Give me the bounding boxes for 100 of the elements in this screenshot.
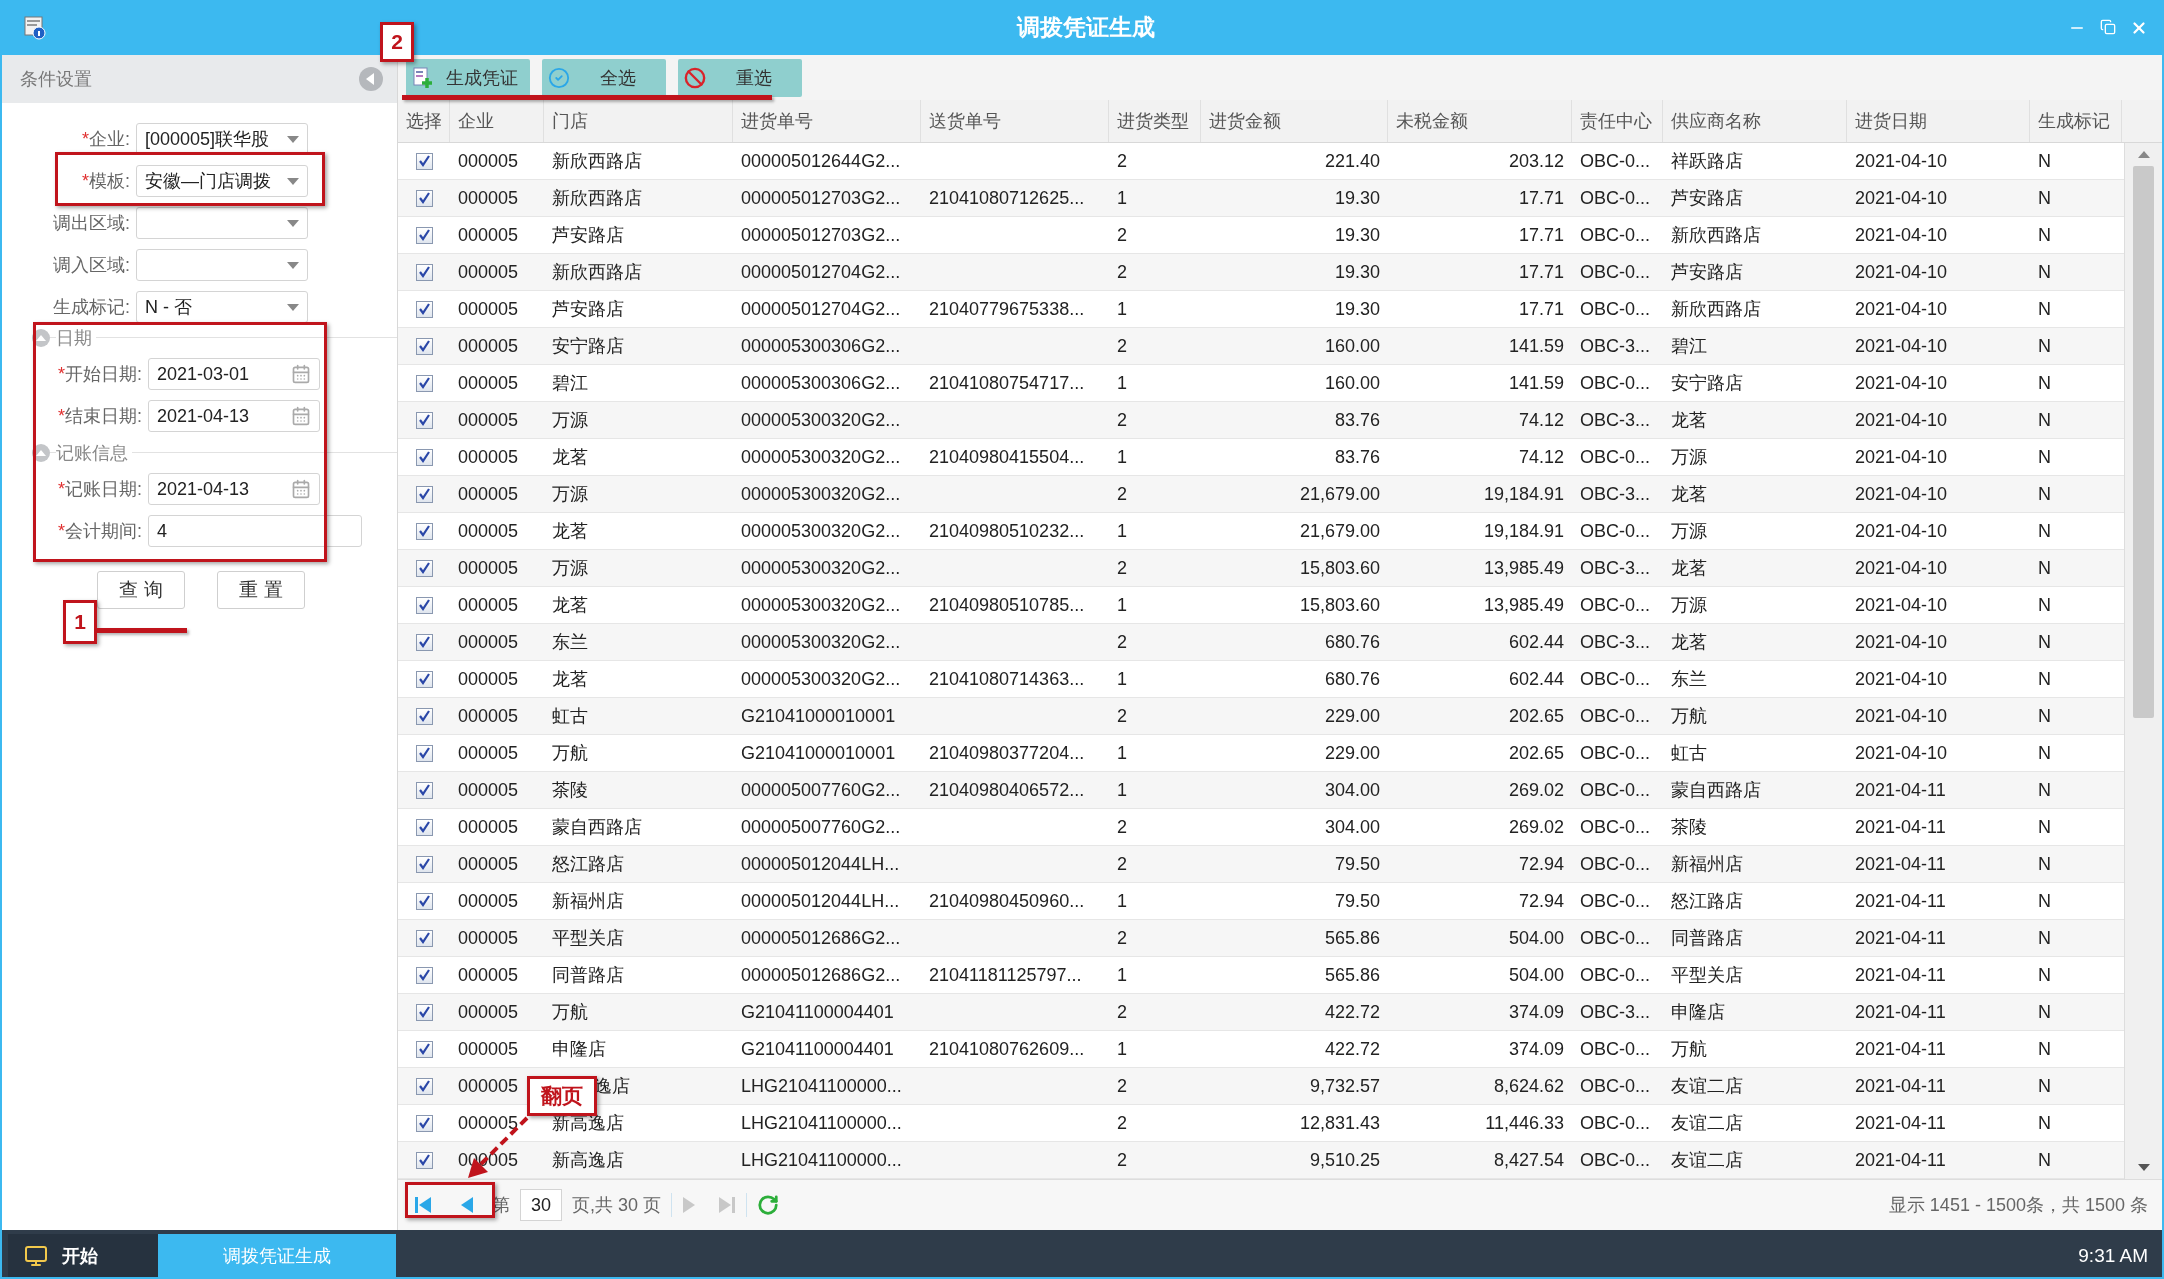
scrollbar-thumb[interactable] bbox=[2133, 166, 2154, 718]
toolbar-button[interactable]: 重选 bbox=[678, 58, 802, 97]
table-cell: N bbox=[2038, 927, 2051, 949]
checkbox[interactable] bbox=[415, 300, 433, 318]
column-header[interactable]: 送货单号 bbox=[921, 100, 1109, 142]
table-cell: 565.86 bbox=[1324, 964, 1380, 986]
dropdown-field[interactable] bbox=[136, 249, 308, 281]
table-cell: 304.00 bbox=[1324, 816, 1380, 838]
table-cell: 21040980406572... bbox=[929, 779, 1085, 801]
date-field[interactable]: 2021-04-13 bbox=[148, 473, 320, 505]
checkbox[interactable] bbox=[415, 781, 433, 799]
table-cell-text: 友谊二店 bbox=[1671, 1075, 1743, 1098]
dropdown-field[interactable]: 安徽—门店调拨 bbox=[136, 165, 308, 197]
column-header[interactable]: 进货日期 bbox=[1847, 100, 2030, 142]
checkbox[interactable] bbox=[415, 855, 433, 873]
checkbox[interactable] bbox=[415, 596, 433, 614]
checkbox[interactable] bbox=[415, 411, 433, 429]
reset-button[interactable]: 重 置 bbox=[217, 571, 305, 609]
dropdown-caret-icon[interactable] bbox=[287, 219, 299, 227]
checkbox[interactable] bbox=[415, 633, 433, 651]
toolbar-button[interactable]: 生成凭证 bbox=[406, 58, 530, 97]
table-cell: 72.94 bbox=[1518, 890, 1564, 912]
date-field[interactable]: 2021-03-01 bbox=[148, 358, 320, 390]
column-header[interactable]: 生成标记 bbox=[2030, 100, 2122, 142]
table-cell-text: 万航 bbox=[552, 1001, 588, 1024]
table-cell: 13,985.49 bbox=[1483, 557, 1564, 579]
checkbox[interactable] bbox=[415, 485, 433, 503]
checkbox[interactable] bbox=[415, 892, 433, 910]
table-cell: 1 bbox=[1117, 372, 1127, 394]
checkbox[interactable] bbox=[415, 744, 433, 762]
dropdown-caret-icon[interactable] bbox=[287, 177, 299, 185]
input-field[interactable]: 4 bbox=[148, 515, 362, 547]
table-cell: 000005 bbox=[458, 964, 519, 986]
column-header[interactable]: 进货金额 bbox=[1201, 100, 1388, 142]
table-cell: 2021-04-11 bbox=[1855, 1112, 1946, 1134]
column-header[interactable]: 未税金额 bbox=[1388, 100, 1572, 142]
checkbox[interactable] bbox=[415, 1151, 433, 1169]
checkbox[interactable] bbox=[415, 189, 433, 207]
table-cell: 21040779675338... bbox=[929, 298, 1085, 320]
checkbox[interactable] bbox=[415, 707, 433, 725]
table-cell: 229.00 bbox=[1324, 705, 1380, 727]
checkbox[interactable] bbox=[415, 1003, 433, 1021]
table-cell: 000005 bbox=[458, 668, 519, 690]
table-cell-text: 蒙自西路店 bbox=[1671, 779, 1761, 802]
refresh-icon[interactable] bbox=[757, 1194, 780, 1216]
start-button[interactable]: 开始 bbox=[8, 1234, 158, 1277]
query-button[interactable]: 查 询 bbox=[97, 571, 185, 609]
dropdown-field[interactable]: [000005]联华股 bbox=[136, 123, 308, 155]
table-cell: N bbox=[2038, 816, 2051, 838]
table-cell: 269.02 bbox=[1508, 816, 1564, 838]
checkbox[interactable] bbox=[415, 263, 433, 281]
table-cell-text: 同普路店 bbox=[552, 964, 624, 987]
scroll-up-icon[interactable] bbox=[2138, 151, 2150, 158]
page-input[interactable]: 30 bbox=[520, 1189, 562, 1221]
scroll-down-icon[interactable] bbox=[2138, 1164, 2150, 1171]
table-cell-text: 万航 bbox=[552, 742, 588, 765]
date-field[interactable]: 2021-04-13 bbox=[148, 400, 320, 432]
checkbox[interactable] bbox=[415, 966, 433, 984]
column-header[interactable]: 进货类型 bbox=[1109, 100, 1201, 142]
checkbox[interactable] bbox=[415, 1114, 433, 1132]
column-header[interactable]: 供应商名称 bbox=[1663, 100, 1847, 142]
dropdown-field[interactable] bbox=[136, 207, 308, 239]
checkbox[interactable] bbox=[415, 1077, 433, 1095]
column-header[interactable]: 责任中心 bbox=[1572, 100, 1663, 142]
table-cell: OBC-0... bbox=[1580, 742, 1650, 764]
checkbox[interactable] bbox=[415, 559, 433, 577]
table-cell: 141.59 bbox=[1508, 372, 1564, 394]
table-cell: 221.40 bbox=[1324, 150, 1380, 172]
checkbox[interactable] bbox=[415, 226, 433, 244]
dropdown-caret-icon[interactable] bbox=[287, 261, 299, 269]
table-cell-text: 龙茗 bbox=[552, 594, 588, 617]
checkbox[interactable] bbox=[415, 522, 433, 540]
table-cell: 2 bbox=[1117, 1075, 1127, 1097]
dropdown-field[interactable]: N - 否 bbox=[136, 291, 308, 323]
checkbox[interactable] bbox=[415, 929, 433, 947]
checkbox[interactable] bbox=[415, 1040, 433, 1058]
checkbox[interactable] bbox=[415, 152, 433, 170]
table-cell: 21040980377204... bbox=[929, 742, 1085, 764]
panel-title: 条件设置 bbox=[20, 68, 92, 91]
table-cell: OBC-0... bbox=[1580, 1038, 1650, 1060]
table-cell: 83.76 bbox=[1334, 409, 1380, 431]
table-cell: 141.59 bbox=[1508, 335, 1564, 357]
table-cell: OBC-0... bbox=[1580, 1112, 1650, 1134]
checkbox[interactable] bbox=[415, 337, 433, 355]
table-cell: 2021-04-10 bbox=[1855, 372, 1948, 394]
table-cell-text: 怒江路店 bbox=[552, 853, 624, 876]
toolbar-button[interactable]: 全选 bbox=[542, 58, 666, 97]
checkbox[interactable] bbox=[415, 818, 433, 836]
checkbox[interactable] bbox=[415, 670, 433, 688]
table-cell: 2021-04-10 bbox=[1855, 631, 1948, 653]
checkbox[interactable] bbox=[415, 448, 433, 466]
dropdown-caret-icon[interactable] bbox=[287, 303, 299, 311]
scrollbar[interactable] bbox=[2124, 143, 2162, 1179]
checkbox[interactable] bbox=[415, 374, 433, 392]
table-cell: 202.65 bbox=[1508, 705, 1564, 727]
table-cell: 2 bbox=[1117, 631, 1127, 653]
dropdown-caret-icon[interactable] bbox=[287, 135, 299, 143]
table-cell: 000005007760G2... bbox=[741, 779, 901, 801]
table-cell: 13,985.49 bbox=[1483, 594, 1564, 616]
table-cell-text: 友谊二店 bbox=[1671, 1149, 1743, 1172]
